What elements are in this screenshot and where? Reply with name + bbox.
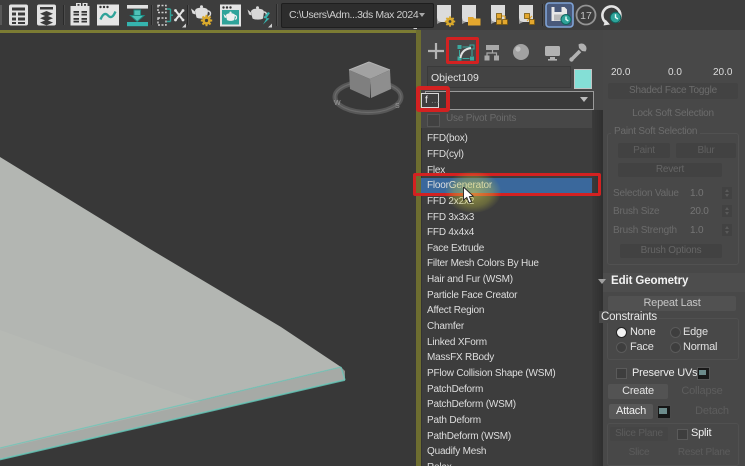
- svg-text:W: W: [334, 100, 341, 107]
- svg-text:S: S: [395, 103, 400, 110]
- svg-text:17: 17: [580, 10, 592, 22]
